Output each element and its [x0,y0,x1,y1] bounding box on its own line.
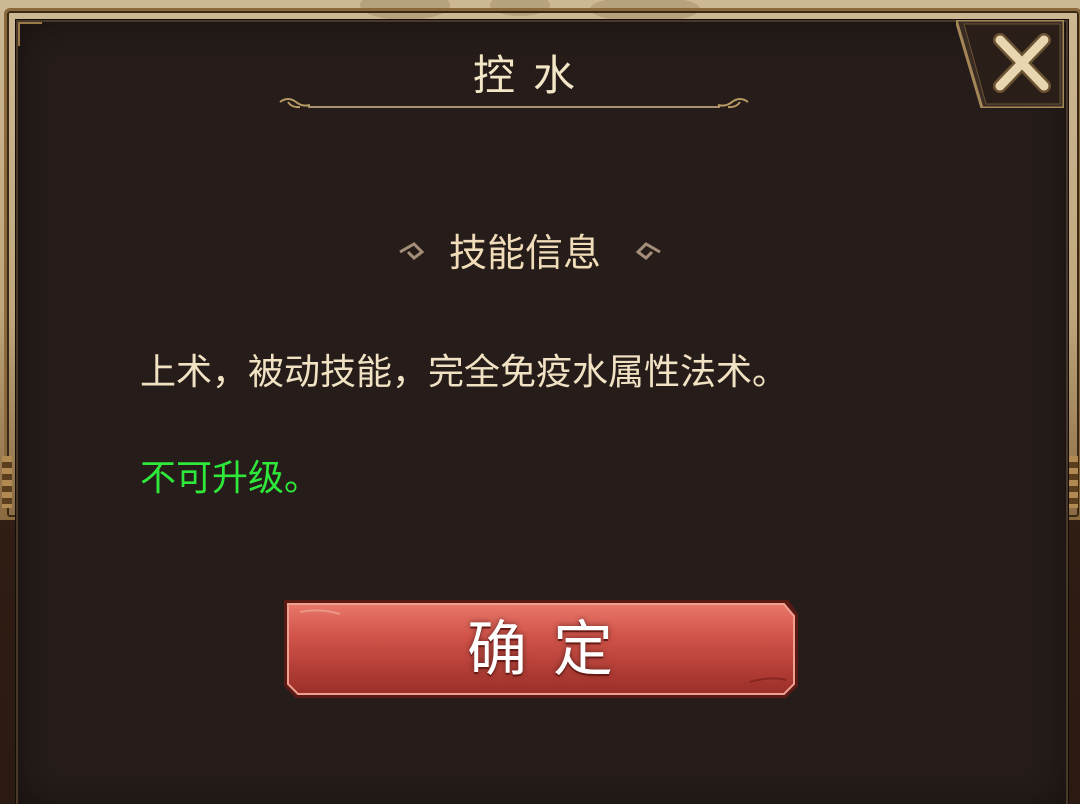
skill-description: 上术，被动技能，完全免疫水属性法术。 [140,352,789,393]
right-ornament [1068,456,1078,508]
upgrade-status: 不可升级。 [140,458,321,499]
game-screen: 控水 技能信息 上术，被动技能，完全免疫水属性法术。 不可升级。 确定 [0,0,1080,804]
title-underline-ornament [279,98,749,109]
confirm-button[interactable] [280,596,800,702]
dialog-corner-ornament [18,22,42,46]
close-button[interactable] [956,20,1064,108]
left-ornament [2,456,12,508]
section-title: 技能信息 [448,231,601,275]
